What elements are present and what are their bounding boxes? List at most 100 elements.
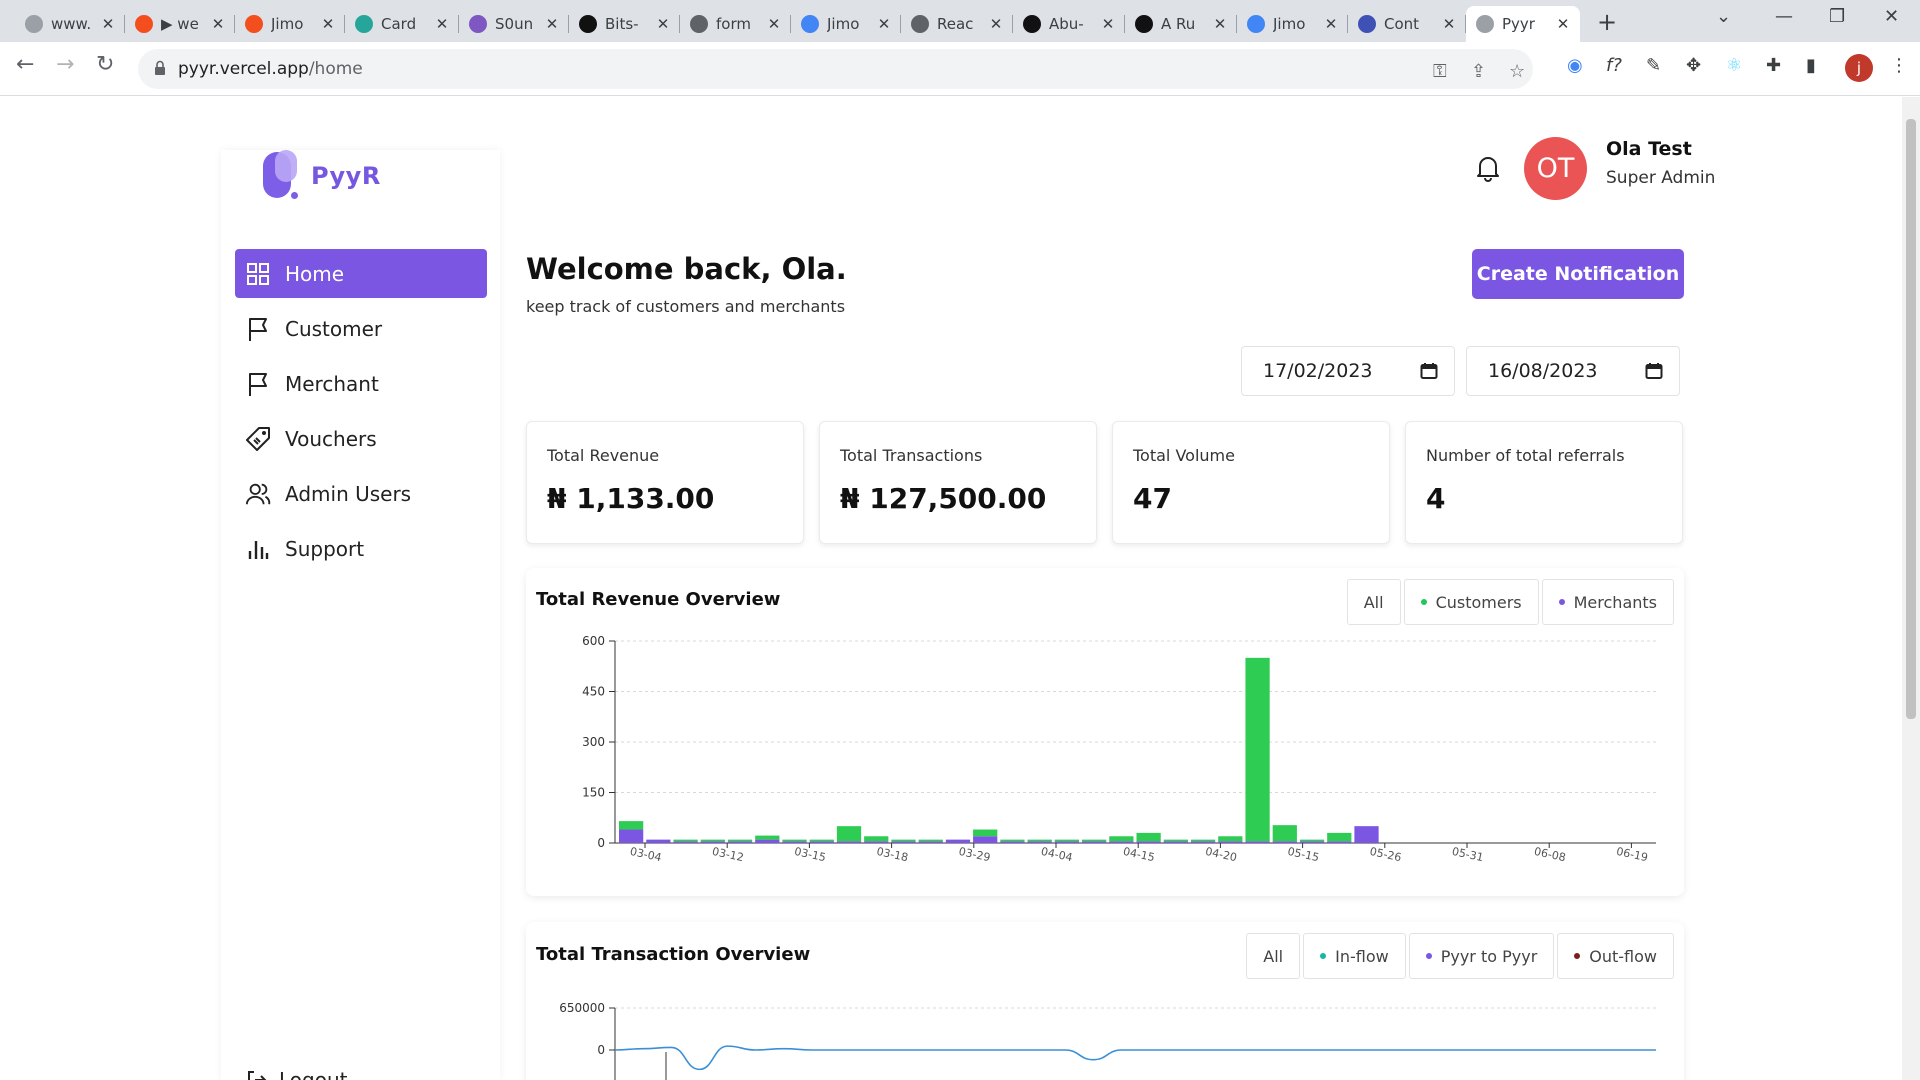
browser-tab[interactable]: www. ✕	[15, 6, 125, 42]
tab-close-icon[interactable]: ✕	[1099, 15, 1117, 33]
profile-avatar[interactable]: j	[1845, 54, 1873, 82]
tab-favicon-icon	[911, 15, 929, 33]
user-avatar[interactable]: OT	[1524, 137, 1587, 200]
bar	[700, 839, 725, 842]
side-panel-icon[interactable]: ▮	[1806, 55, 1816, 76]
browser-tab[interactable]: A Ru ✕	[1125, 6, 1237, 42]
sidebar-item-vouchers[interactable]: Vouchers	[235, 414, 487, 463]
menu-kebab-icon[interactable]: ⋮	[1890, 55, 1908, 76]
x-tick-label: 06-19	[1615, 845, 1649, 864]
address-bar[interactable]: pyyr.vercel.app/home ⚿ ⇪ ☆	[138, 49, 1533, 89]
bar	[619, 829, 644, 843]
tab-close-icon[interactable]: ✕	[765, 15, 783, 33]
y-tick-label: 450	[582, 685, 605, 699]
sidebar-item-home[interactable]: Home	[235, 249, 487, 298]
minimize-icon[interactable]: —	[1775, 6, 1793, 27]
tab-close-icon[interactable]: ✕	[433, 15, 451, 33]
bar	[864, 836, 889, 842]
tab-title: Pyyr	[1502, 15, 1535, 33]
new-tab-button[interactable]: +	[1597, 8, 1617, 36]
tab-close-icon[interactable]: ✕	[543, 15, 561, 33]
bar	[1272, 825, 1297, 842]
browser-tab[interactable]: Jimo ✕	[791, 6, 901, 42]
tab-close-icon[interactable]: ✕	[99, 15, 117, 33]
grid-icon	[245, 261, 271, 287]
bar	[1327, 832, 1352, 842]
key-icon[interactable]: ⚿	[1433, 61, 1447, 82]
bar	[1272, 841, 1297, 843]
tab-close-icon[interactable]: ✕	[1554, 15, 1572, 33]
extensions-puzzle-icon[interactable]: ✚	[1766, 55, 1781, 76]
tab-close-icon[interactable]: ✕	[1322, 15, 1340, 33]
browser-tab[interactable]: Jimo ✕	[235, 6, 345, 42]
x-tick-label: 03-18	[875, 845, 909, 864]
tab-title: Jimo	[271, 15, 304, 33]
browser-tab[interactable]: Pyyr ✕	[1466, 6, 1580, 42]
calendar-icon[interactable]	[1645, 362, 1663, 380]
x-tick-label: 03-29	[958, 845, 992, 864]
sidebar-item-customer[interactable]: Customer	[235, 304, 487, 353]
brand-logo[interactable]: PyyR	[263, 150, 381, 202]
user-role: Super Admin	[1606, 168, 1716, 188]
date-from-input[interactable]: 17/02/2023	[1241, 346, 1455, 396]
forward-icon[interactable]: →	[56, 52, 74, 77]
bar	[836, 826, 862, 842]
date-to-input[interactable]: 16/08/2023	[1466, 346, 1680, 396]
sidebar-item-support[interactable]: Support	[235, 524, 487, 573]
create-notification-button[interactable]: Create Notification	[1472, 249, 1684, 299]
browser-tab[interactable]: ▶ we ✕	[125, 6, 235, 42]
browser-tab-strip: www. ✕ ▶ we ✕ Jimo ✕ Card ✕ S0un ✕ Bits- ✕ form ✕ Jimo…	[0, 0, 1920, 42]
tab-close-icon[interactable]: ✕	[319, 15, 337, 33]
date-from-value: 17/02/2023	[1263, 360, 1373, 382]
sidebar: PyyR Home Customer Merchant Vouchers Admin U…	[221, 150, 500, 1080]
bar	[1000, 839, 1025, 842]
browser-tab[interactable]: Card ✕	[345, 6, 459, 42]
browser-tab[interactable]: S0un ✕	[459, 6, 569, 42]
tab-close-icon[interactable]: ✕	[875, 15, 893, 33]
tab-search-icon[interactable]: ⌄	[1716, 6, 1731, 27]
bookmark-star-icon[interactable]: ☆	[1509, 61, 1525, 82]
browser-tab[interactable]: form ✕	[680, 6, 791, 42]
extension-react-icon[interactable]: ⚛	[1726, 55, 1742, 76]
extension-move-icon[interactable]: ✥	[1686, 55, 1701, 76]
tab-favicon-icon	[355, 15, 373, 33]
bar	[782, 841, 807, 843]
bar	[891, 839, 916, 842]
logout-button[interactable]: Logout	[245, 1068, 347, 1080]
browser-tab[interactable]: Abu- ✕	[1013, 6, 1125, 42]
stat-label: Number of total referrals	[1426, 446, 1625, 465]
calendar-icon[interactable]	[1420, 362, 1438, 380]
extension-circle-icon[interactable]: ◉	[1567, 55, 1583, 76]
notification-bell-icon[interactable]	[1475, 154, 1501, 182]
back-icon[interactable]: ←	[16, 52, 34, 77]
bar	[1082, 839, 1107, 842]
scrollbar-thumb[interactable]	[1906, 119, 1916, 719]
tab-favicon-icon	[690, 15, 708, 33]
tab-close-icon[interactable]: ✕	[654, 15, 672, 33]
browser-tab[interactable]: Jimo ✕	[1237, 6, 1348, 42]
tab-close-icon[interactable]: ✕	[1440, 15, 1458, 33]
browser-tab[interactable]: Reac ✕	[901, 6, 1013, 42]
sidebar-item-admin-users[interactable]: Admin Users	[235, 469, 487, 518]
bar	[673, 839, 698, 842]
x-tick-label: 03-04	[629, 845, 663, 864]
tab-close-icon[interactable]: ✕	[1211, 15, 1229, 33]
sidebar-item-label: Customer	[285, 316, 383, 341]
browser-tab[interactable]: Cont ✕	[1348, 6, 1466, 42]
tab-close-icon[interactable]: ✕	[987, 15, 1005, 33]
tab-close-icon[interactable]: ✕	[209, 15, 227, 33]
restore-icon[interactable]: ❐	[1829, 6, 1845, 27]
reload-icon[interactable]: ↻	[96, 52, 114, 77]
bar	[646, 839, 671, 843]
pyyr-logo-icon	[263, 150, 298, 200]
extension-pen-icon[interactable]: ✎	[1646, 55, 1661, 76]
close-window-icon[interactable]: ✕	[1884, 6, 1899, 27]
sidebar-item-label: Support	[285, 536, 365, 561]
share-icon[interactable]: ⇪	[1471, 61, 1486, 82]
extension-fx-icon[interactable]: f?	[1606, 55, 1622, 76]
brand-name: PyyR	[311, 162, 381, 190]
browser-tab[interactable]: Bits- ✕	[569, 6, 680, 42]
bar	[1327, 841, 1352, 843]
page-scrollbar[interactable]	[1902, 97, 1920, 1080]
sidebar-item-merchant[interactable]: Merchant	[235, 359, 487, 408]
